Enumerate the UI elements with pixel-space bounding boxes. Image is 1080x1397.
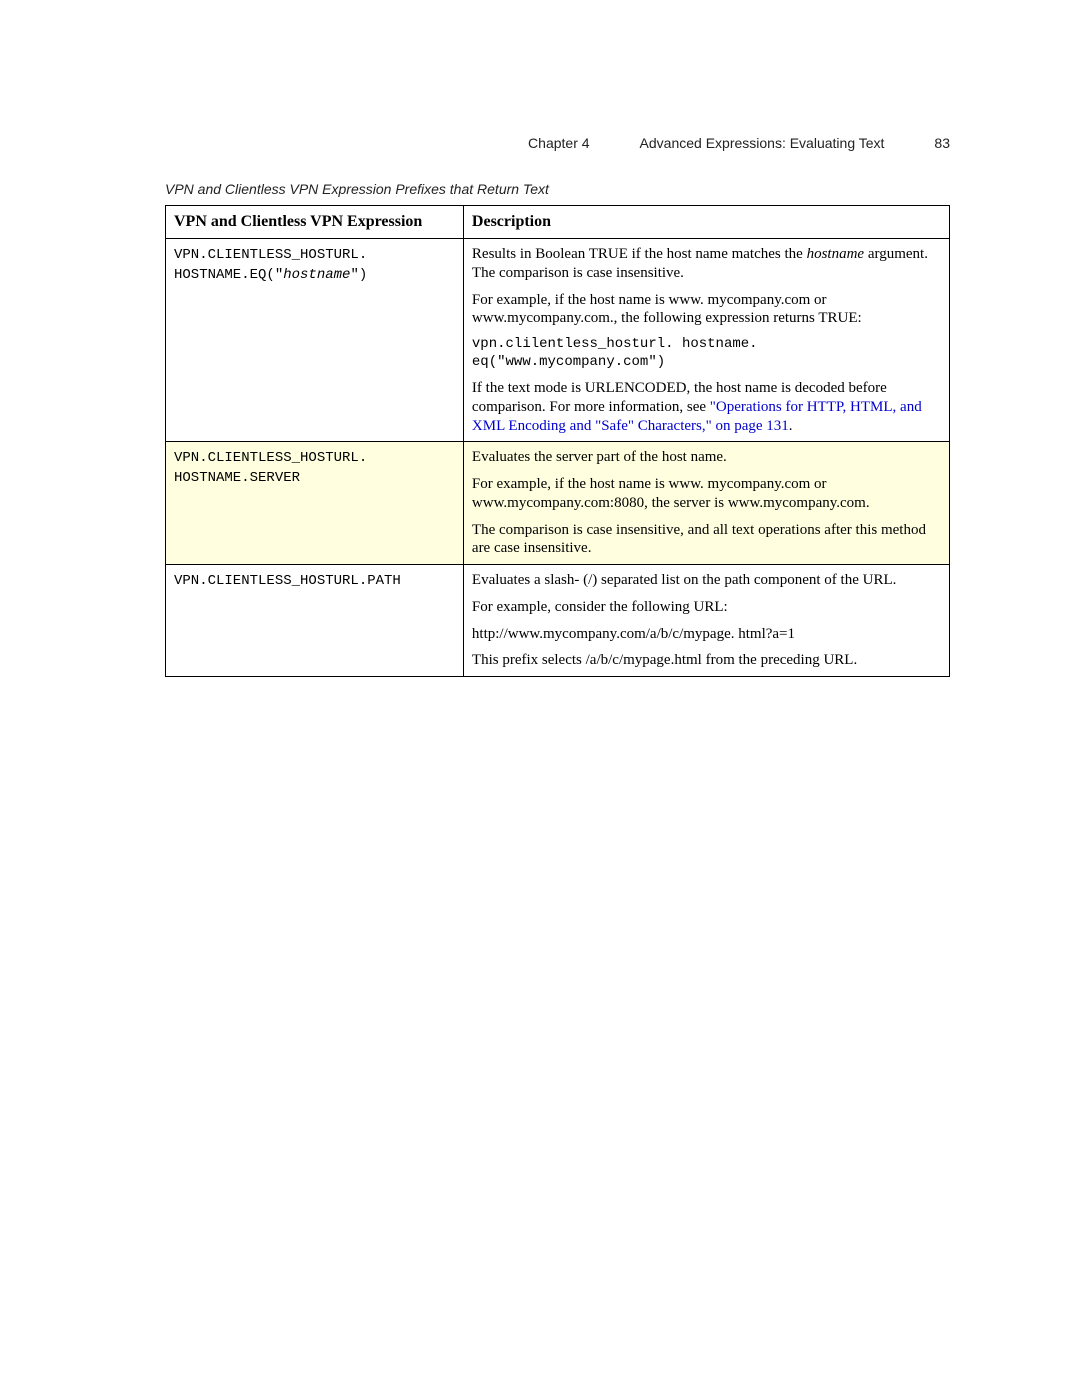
table-caption: VPN and Clientless VPN Expression Prefix… bbox=[165, 181, 950, 197]
cell-description: Results in Boolean TRUE if the host name… bbox=[463, 239, 949, 442]
cell-expression: VPN.CLIENTLESS_HOSTURL. HOSTNAME.SERVER bbox=[166, 442, 464, 565]
table-row: VPN.CLIENTLESS_HOSTURL. HOSTNAME.EQ("hos… bbox=[166, 239, 950, 442]
paragraph: For example, if the host name is www. my… bbox=[472, 291, 941, 329]
cell-description: Evaluates the server part of the host na… bbox=[463, 442, 949, 565]
cell-expression: VPN.CLIENTLESS_HOSTURL. HOSTNAME.EQ("hos… bbox=[166, 239, 464, 442]
paragraph: http://www.mycompany.com/a/b/c/mypage. h… bbox=[472, 625, 941, 644]
paragraph: Evaluates a slash- (/) separated list on… bbox=[472, 571, 941, 590]
argument-italic: hostname bbox=[807, 246, 865, 262]
code-text: VPN.CLIENTLESS_HOSTURL.PATH bbox=[174, 573, 401, 589]
chapter-title: Advanced Expressions: Evaluating Text bbox=[640, 135, 885, 151]
code-text: VPN.CLIENTLESS_HOSTURL. bbox=[174, 247, 367, 263]
paragraph: If the text mode is URLENCODED, the host… bbox=[472, 379, 941, 435]
page-header: Chapter 4 Advanced Expressions: Evaluati… bbox=[165, 135, 950, 151]
text: Results in Boolean TRUE if the host name… bbox=[472, 246, 807, 262]
chapter-label: Chapter 4 bbox=[528, 135, 589, 151]
cell-expression: VPN.CLIENTLESS_HOSTURL.PATH bbox=[166, 565, 464, 677]
column-header-expression: VPN and Clientless VPN Expression bbox=[166, 206, 464, 239]
expression-table: VPN and Clientless VPN Expression Descri… bbox=[165, 205, 950, 677]
paragraph: This prefix selects /a/b/c/mypage.html f… bbox=[472, 651, 941, 670]
table-row: VPN.CLIENTLESS_HOSTURL. HOSTNAME.SERVER … bbox=[166, 442, 950, 565]
code-text: ") bbox=[350, 267, 367, 283]
column-header-description: Description bbox=[463, 206, 949, 239]
paragraph: Evaluates the server part of the host na… bbox=[472, 448, 941, 467]
code-text: HOSTNAME.EQ(" bbox=[174, 267, 283, 283]
code-text: VPN.CLIENTLESS_HOSTURL. HOSTNAME.SERVER bbox=[174, 450, 367, 486]
cell-description: Evaluates a slash- (/) separated list on… bbox=[463, 565, 949, 677]
code-argument: hostname bbox=[283, 267, 350, 283]
paragraph: For example, if the host name is www. my… bbox=[472, 475, 941, 513]
text: . bbox=[789, 418, 793, 434]
code-block: vpn.clilentless_hosturl. hostname. eq("w… bbox=[472, 336, 941, 371]
page-number: 83 bbox=[934, 135, 950, 151]
paragraph: Results in Boolean TRUE if the host name… bbox=[472, 245, 941, 283]
table-row: VPN.CLIENTLESS_HOSTURL.PATH Evaluates a … bbox=[166, 565, 950, 677]
paragraph: For example, consider the following URL: bbox=[472, 598, 941, 617]
paragraph: The comparison is case insensitive, and … bbox=[472, 521, 941, 559]
table-header-row: VPN and Clientless VPN Expression Descri… bbox=[166, 206, 950, 239]
